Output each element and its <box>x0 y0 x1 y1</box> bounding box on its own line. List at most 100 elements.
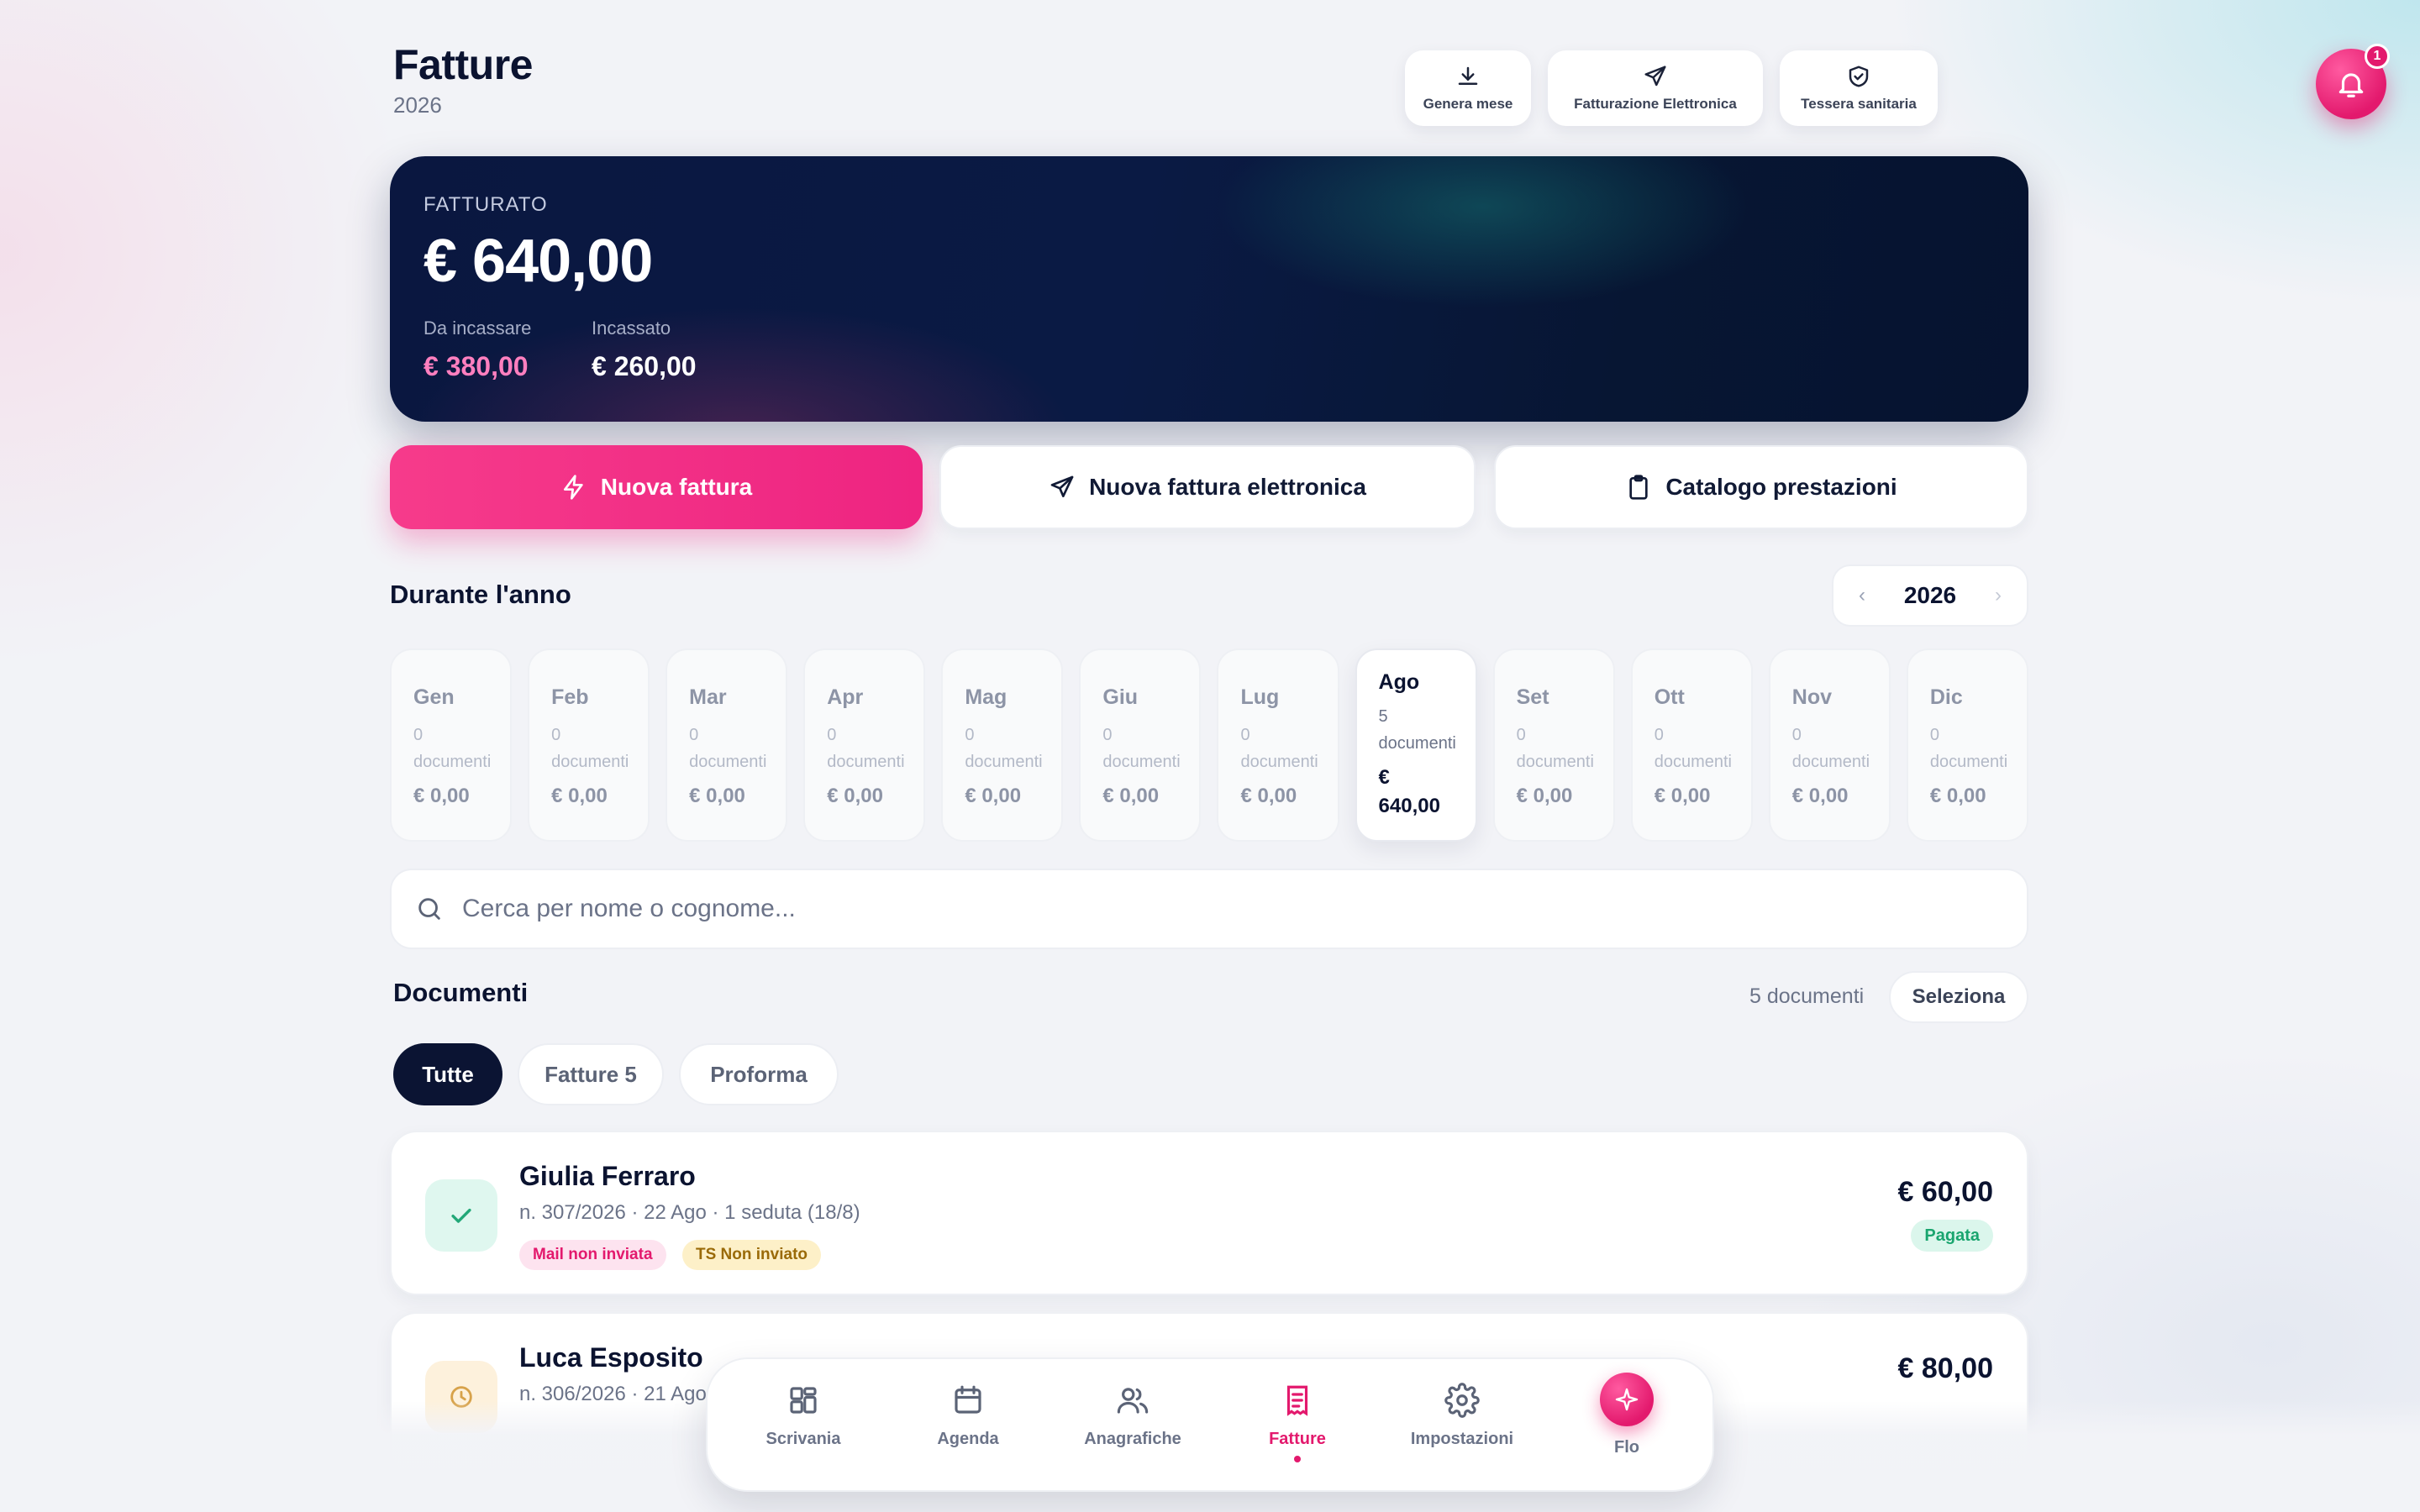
new-invoice-button[interactable]: Nuova fattura <box>390 445 923 529</box>
month-card-giu[interactable]: Giu 0 documenti € 0,00 <box>1079 648 1202 842</box>
month-card-set[interactable]: Set 0 documenti € 0,00 <box>1492 648 1615 842</box>
month-doc-label: documenti <box>1654 753 1732 771</box>
month-card-ott[interactable]: Ott 0 documenti € 0,00 <box>1630 648 1753 842</box>
month-card-gen[interactable]: Gen 0 documenti € 0,00 <box>390 648 513 842</box>
nav-item-contacts[interactable]: Anagrafiche <box>1057 1383 1208 1449</box>
page-title: Fatture <box>393 41 533 88</box>
service-catalog-button[interactable]: Catalogo prestazioni <box>1494 445 2028 529</box>
month-name: Dic <box>1929 685 1963 709</box>
month-doc-label: documenti <box>1791 753 1870 771</box>
bell-icon <box>2338 73 2364 97</box>
e-invoicing-label: Fatturazione Elettronica <box>1574 96 1737 112</box>
mail-status-tag: Mail non inviata <box>519 1240 666 1270</box>
month-name: Gen <box>413 685 455 709</box>
to-collect-value: € 380,00 <box>424 351 529 381</box>
new-e-invoice-label: Nuova fattura elettronica <box>1089 474 1366 500</box>
month-doc-label: documenti <box>965 753 1043 771</box>
ts-status-tag: TS Non inviato <box>682 1240 821 1270</box>
check-icon <box>451 1208 471 1223</box>
nav-label: Flo <box>1614 1438 1639 1457</box>
next-year-button[interactable]: › <box>1995 584 2002 607</box>
month-doc-count: 0 <box>689 726 699 744</box>
month-card-mag[interactable]: Mag 0 documenti € 0,00 <box>941 648 1064 842</box>
e-invoicing-button[interactable]: Fatturazione Elettronica <box>1548 50 1763 126</box>
month-doc-label: documenti <box>1929 753 2008 771</box>
month-amount: € 0,00 <box>689 785 745 807</box>
search-icon <box>418 898 440 920</box>
document-amount: € 80,00 <box>1897 1352 1993 1384</box>
nav-label: Impostazioni <box>1410 1430 1514 1448</box>
health-card-button[interactable]: Tessera sanitaria <box>1780 50 1938 126</box>
nav-label: Scrivania <box>765 1430 841 1448</box>
month-doc-label: documenti <box>1516 753 1594 771</box>
nav-label: Anagrafiche <box>1084 1430 1181 1448</box>
month-card-dic[interactable]: Dic 0 documenti € 0,00 <box>1906 648 2028 842</box>
month-amount-value: 640,00 <box>1378 795 1440 817</box>
calendar-icon <box>955 1385 981 1414</box>
month-card-apr[interactable]: Apr 0 documenti € 0,00 <box>803 648 926 842</box>
sparkle-icon <box>1615 1388 1639 1411</box>
month-name: Feb <box>551 685 589 709</box>
month-doc-label: documenti <box>551 753 629 771</box>
page-subtitle-year: 2026 <box>393 92 442 118</box>
flo-button[interactable] <box>1600 1373 1654 1426</box>
prev-year-button[interactable]: ‹ <box>1859 584 1865 607</box>
filter-tab-all[interactable]: Tutte <box>393 1043 502 1105</box>
revenue-label: FATTURATO <box>424 193 548 216</box>
nav-item-settings[interactable]: Impostazioni <box>1386 1383 1538 1449</box>
month-card-feb[interactable]: Feb 0 documenti € 0,00 <box>528 648 650 842</box>
selected-year: 2026 <box>1903 582 1957 608</box>
gear-icon <box>1444 1383 1480 1418</box>
paid-status <box>425 1179 497 1252</box>
generate-month-button[interactable]: Genera mese <box>1405 50 1531 126</box>
month-name: Lug <box>1240 685 1280 709</box>
nav-item-agenda[interactable]: Agenda <box>892 1383 1044 1449</box>
month-doc-label: documenti <box>1378 734 1456 753</box>
month-name: Apr <box>827 685 864 709</box>
bottom-navigation: Scrivania Agenda Anagrafiche Fatture Imp… <box>706 1357 1714 1492</box>
month-doc-count: 0 <box>551 726 561 744</box>
search-bar <box>390 869 2028 949</box>
month-card-ago[interactable]: Ago 5 documenti €640,00 <box>1355 648 1477 842</box>
send-icon <box>1644 66 1666 87</box>
revenue-summary-card: FATTURATO € 640,00 Da incassare € 380,00… <box>390 156 2028 422</box>
month-doc-count: 0 <box>1929 726 1939 744</box>
month-amount: € 0,00 <box>1102 785 1160 807</box>
month-doc-count: 0 <box>965 726 975 744</box>
month-doc-count: 0 <box>413 726 424 744</box>
search-input[interactable] <box>462 884 2027 934</box>
collected-label: Incassato <box>592 318 671 339</box>
month-name: Nov <box>1791 685 1833 709</box>
new-e-invoice-button[interactable]: Nuova fattura elettronica <box>939 445 1476 529</box>
nav-item-invoices[interactable]: Fatture <box>1222 1383 1373 1462</box>
shield-check-icon <box>1849 66 1869 87</box>
month-card-mar[interactable]: Mar 0 documenti € 0,00 <box>666 648 788 842</box>
month-doc-label: documenti <box>413 753 492 771</box>
invoice-icon <box>1286 1385 1308 1416</box>
document-meta: n. 307/2026 · 22 Ago · 1 seduta (18/8) <box>519 1201 860 1224</box>
filter-tab-proforma[interactable]: Proforma <box>679 1043 839 1105</box>
active-indicator-dot <box>1294 1456 1301 1462</box>
month-name: Ago <box>1378 670 1420 694</box>
filter-tab-invoices[interactable]: Fatture 5 <box>518 1043 664 1105</box>
month-name: Set <box>1516 685 1549 709</box>
new-invoice-label: Nuova fattura <box>600 474 753 500</box>
document-row[interactable]: Giulia Ferraro n. 307/2026 · 22 Ago · 1 … <box>390 1131 2028 1295</box>
users-icon <box>1117 1388 1149 1414</box>
document-client-name: Luca Esposito <box>519 1342 703 1373</box>
documents-count: 5 documenti <box>1749 984 1865 1008</box>
document-client-name: Giulia Ferraro <box>519 1161 696 1191</box>
nav-item-desk[interactable]: Scrivania <box>728 1383 879 1449</box>
month-amount: € 0,00 <box>965 785 1022 807</box>
month-card-lug[interactable]: Lug 0 documenti € 0,00 <box>1217 648 1339 842</box>
nav-item-flo[interactable]: Flo <box>1551 1373 1702 1457</box>
month-amount: € 0,00 <box>1240 785 1297 807</box>
month-name: Mar <box>689 685 727 709</box>
select-button[interactable]: Seleziona <box>1889 971 2028 1023</box>
month-doc-label: documenti <box>1102 753 1181 771</box>
month-card-nov[interactable]: Nov 0 documenti € 0,00 <box>1768 648 1891 842</box>
nav-label: Fatture <box>1269 1430 1326 1448</box>
month-doc-label: documenti <box>689 753 767 771</box>
month-amount-currency: € <box>1378 766 1390 789</box>
lightning-icon <box>563 475 583 500</box>
